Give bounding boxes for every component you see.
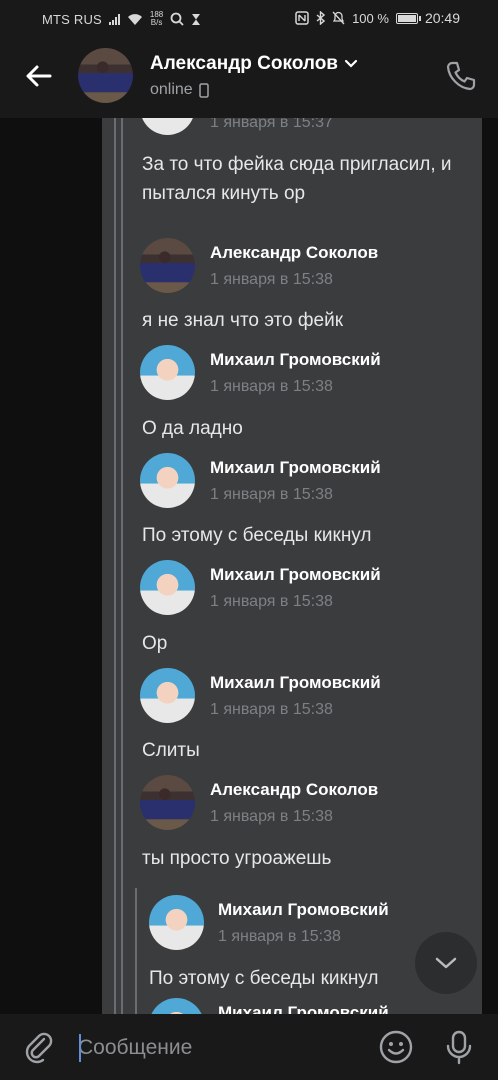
chevron-down-icon [344,59,358,68]
author-avatar[interactable] [140,775,195,830]
contact-name: Александр Соколов [150,53,338,74]
author-avatar[interactable] [149,998,204,1014]
bell-off-icon [332,11,345,25]
message-time: 1 января в 15:38 [210,378,333,395]
search-icon [170,12,184,26]
message-time: 1 января в 15:38 [210,593,333,610]
message-text: ты просто угроажешь [142,848,332,869]
forward-divider [121,118,123,1014]
chevron-down-icon [435,957,457,969]
contact-name-button[interactable]: Александр Соколов [150,53,358,75]
message-input[interactable] [78,1032,348,1064]
author-avatar[interactable] [140,560,195,615]
message-time: 1 января в 15:38 [210,486,333,503]
mobile-icon [198,82,209,98]
network-speed: 188 B/s [150,11,163,27]
bluetooth-icon [316,11,326,25]
author-name[interactable]: Михаил Громовский [210,350,381,370]
message-text: По этому с беседы кикнул [142,525,372,546]
message-time: 1 января в 15:38 [210,701,333,718]
contact-status: online [150,81,209,99]
author-avatar[interactable] [140,668,195,723]
speed-unit: B/s [150,18,163,27]
author-name[interactable]: Александр Соколов [210,780,378,800]
author-avatar[interactable] [149,895,204,950]
signal-icon [108,13,120,25]
status-label: online [150,81,193,98]
wifi-icon [127,13,142,25]
phone-icon[interactable] [443,58,479,94]
clock: 20:49 [424,10,460,26]
text-caret [79,1034,81,1062]
status-bar: MTS RUS 188 B/s 100 % 20:49 [0,0,498,36]
message-text: Слиты [142,740,200,761]
carrier-label: MTS RUS [42,11,102,27]
message-list[interactable]: 1 января в 15:37 За то что фейка сюда пр… [0,118,498,1014]
message-text: За то что фейка сюда пригласил, и пыталс… [142,154,452,204]
message-time: 1 января в 15:38 [218,928,341,945]
message-text: Ор [142,633,168,654]
microphone-icon[interactable] [442,1029,476,1065]
author-name[interactable]: Михаил Громовский [210,458,381,478]
author-avatar[interactable] [140,345,195,400]
author-avatar[interactable] [140,118,195,135]
message-composer [0,1014,498,1080]
message-time: 1 января в 15:38 [210,808,333,825]
author-name[interactable]: Михаил Громовский [210,565,381,585]
author-name[interactable]: Александр Соколов [210,243,378,263]
author-name[interactable]: Михаил Громовский [218,1003,389,1014]
message-time: 1 января в 15:37 [210,118,333,131]
contact-avatar[interactable] [78,48,133,103]
forward-divider [114,118,116,1014]
author-avatar[interactable] [140,453,195,508]
hourglass-icon [192,13,201,25]
message-text: О да ладно [142,418,243,439]
nfc-icon [295,11,309,25]
forwarded-messages-bubble[interactable]: 1 января в 15:37 За то что фейка сюда пр… [102,118,482,1014]
chat-header: Александр Соколов online [0,36,498,118]
scroll-down-button[interactable] [415,932,477,994]
author-avatar[interactable] [140,238,195,293]
back-arrow-icon[interactable] [22,59,56,93]
message-time: 1 января в 15:38 [210,271,333,288]
paperclip-icon[interactable] [22,1030,56,1064]
battery-percent: 100 % [352,10,389,26]
battery-icon [395,12,421,24]
author-name[interactable]: Михаил Громовский [218,900,389,920]
author-name[interactable]: Михаил Громовский [210,673,381,693]
forward-divider [135,888,137,1014]
message-text: я не знал что это фейк [142,310,344,331]
smile-icon[interactable] [378,1029,414,1065]
